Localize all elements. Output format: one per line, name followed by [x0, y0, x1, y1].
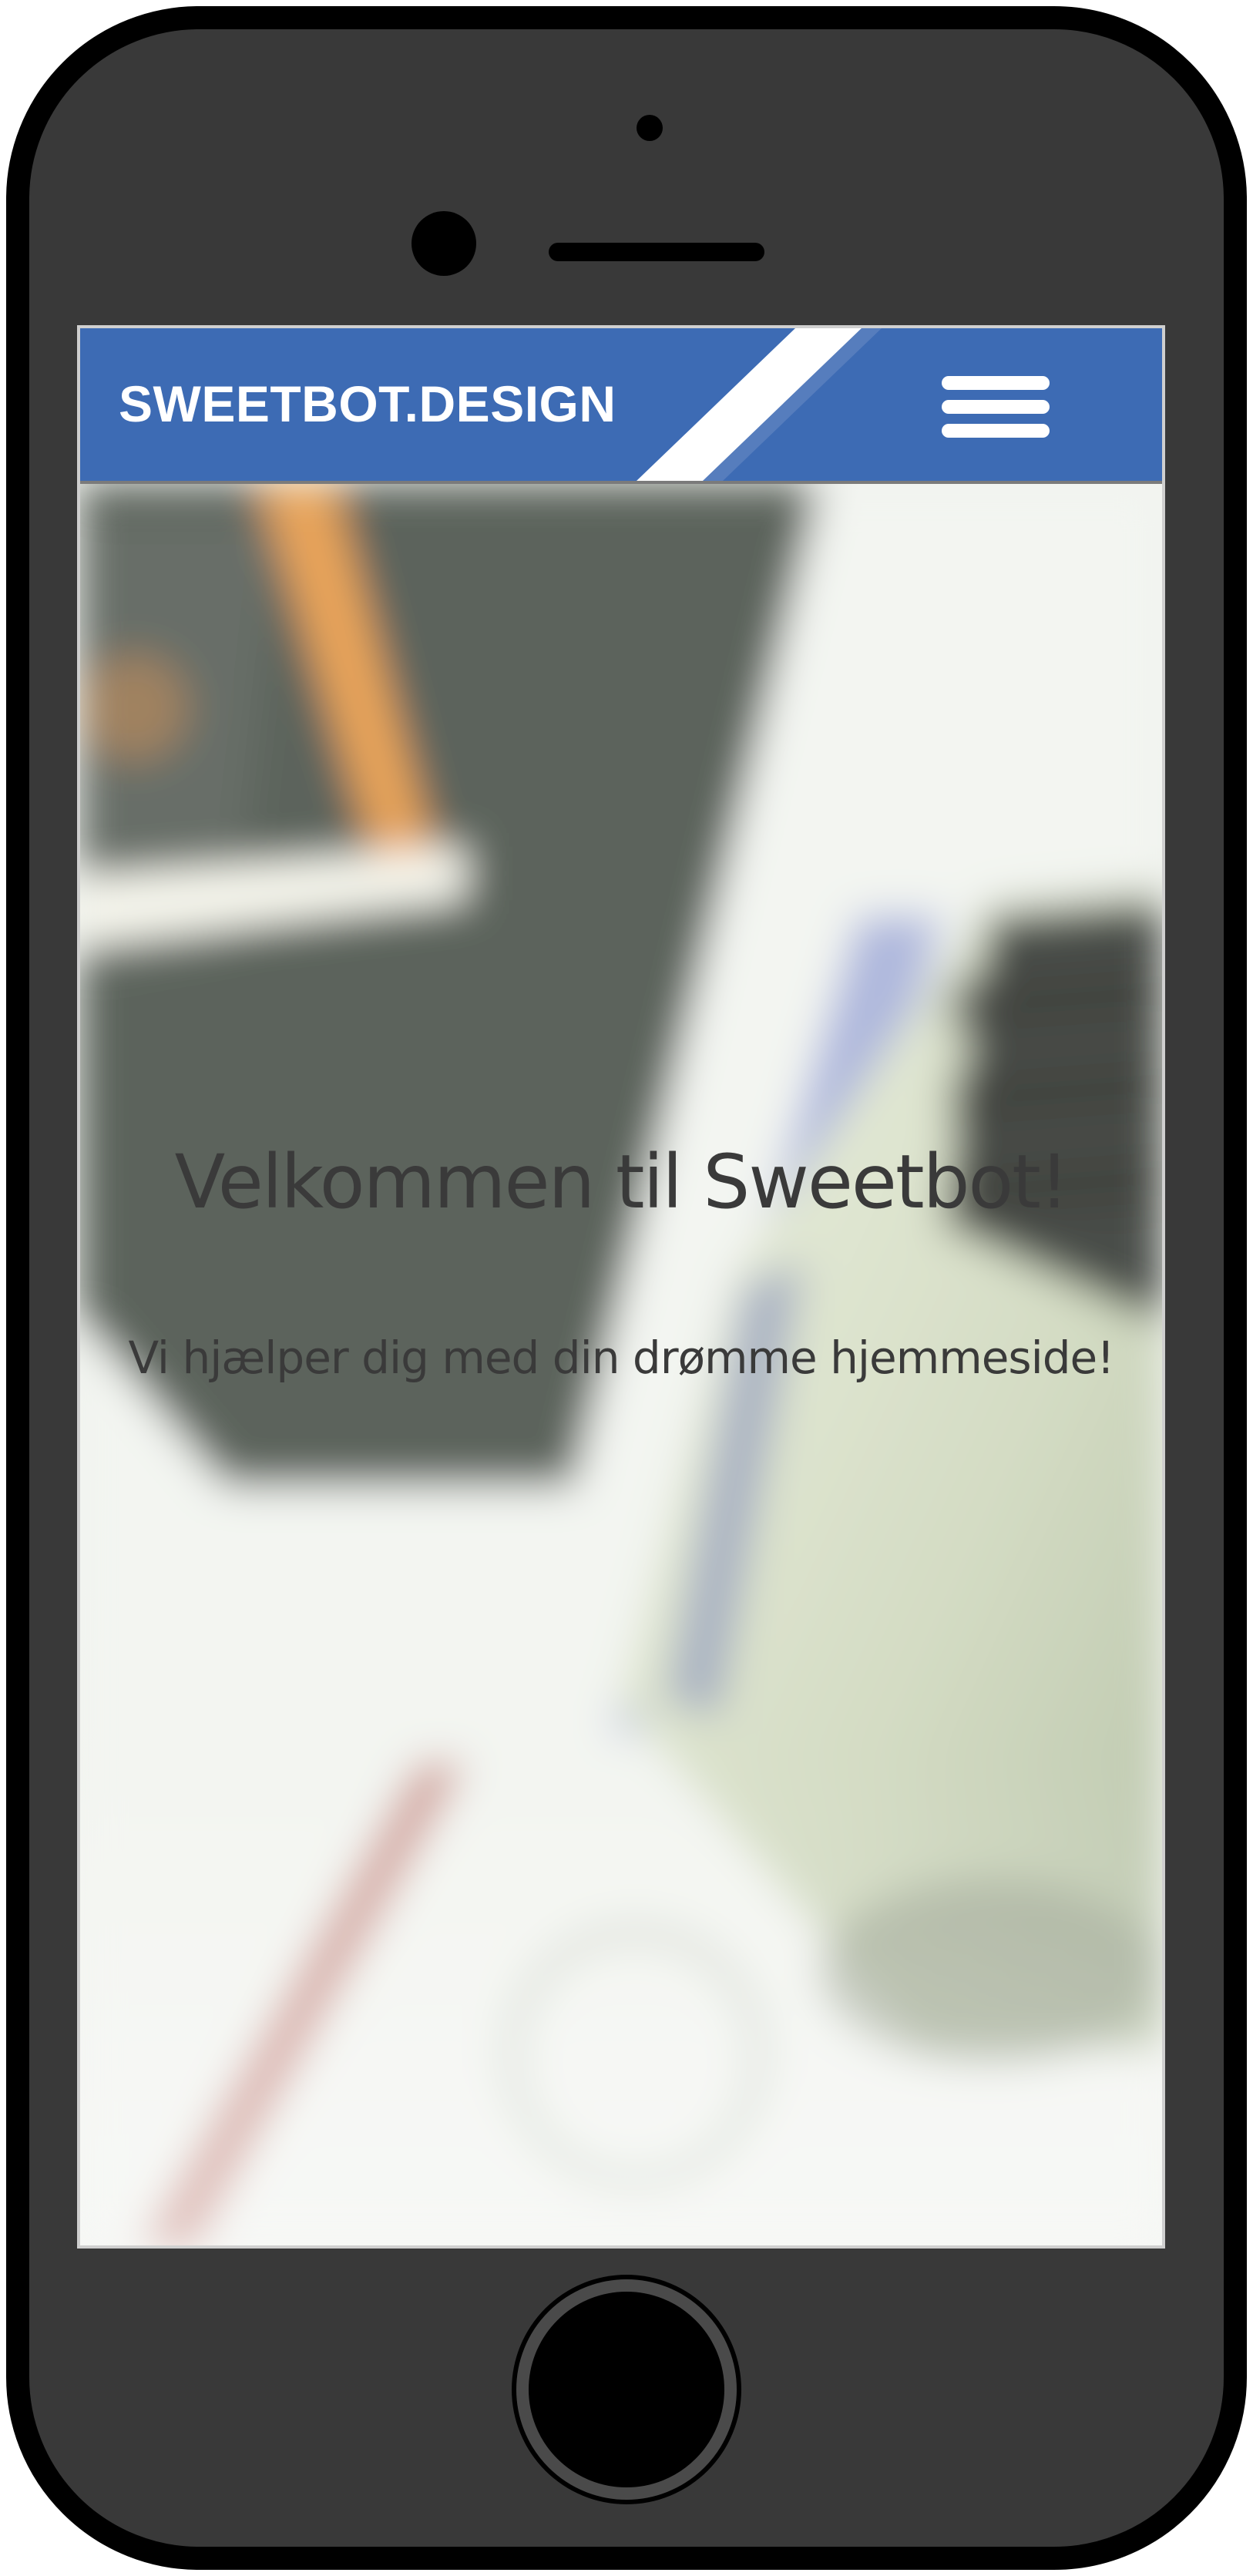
front-camera	[412, 211, 476, 276]
hero-subline: Vi hjælper dig med din drømme hjemmeside…	[128, 1332, 1114, 1384]
hero-section: Velkommen til Sweetbot! Vi hjælper dig m…	[80, 484, 1162, 2245]
site-logo[interactable]: SWEETBOT.DESIGN	[119, 374, 616, 433]
earpiece-speaker	[549, 243, 764, 261]
site-navbar: SWEETBOT.DESIGN	[80, 328, 1162, 484]
home-button[interactable]	[516, 2279, 737, 2500]
hamburger-menu-button[interactable]	[911, 368, 1088, 445]
proximity-sensor	[637, 115, 663, 141]
hero-headline: Velkommen til Sweetbot!	[174, 1139, 1070, 1225]
phone-screen: SWEETBOT.DESIGN Velkommen til Sweetbot! …	[77, 325, 1165, 2249]
